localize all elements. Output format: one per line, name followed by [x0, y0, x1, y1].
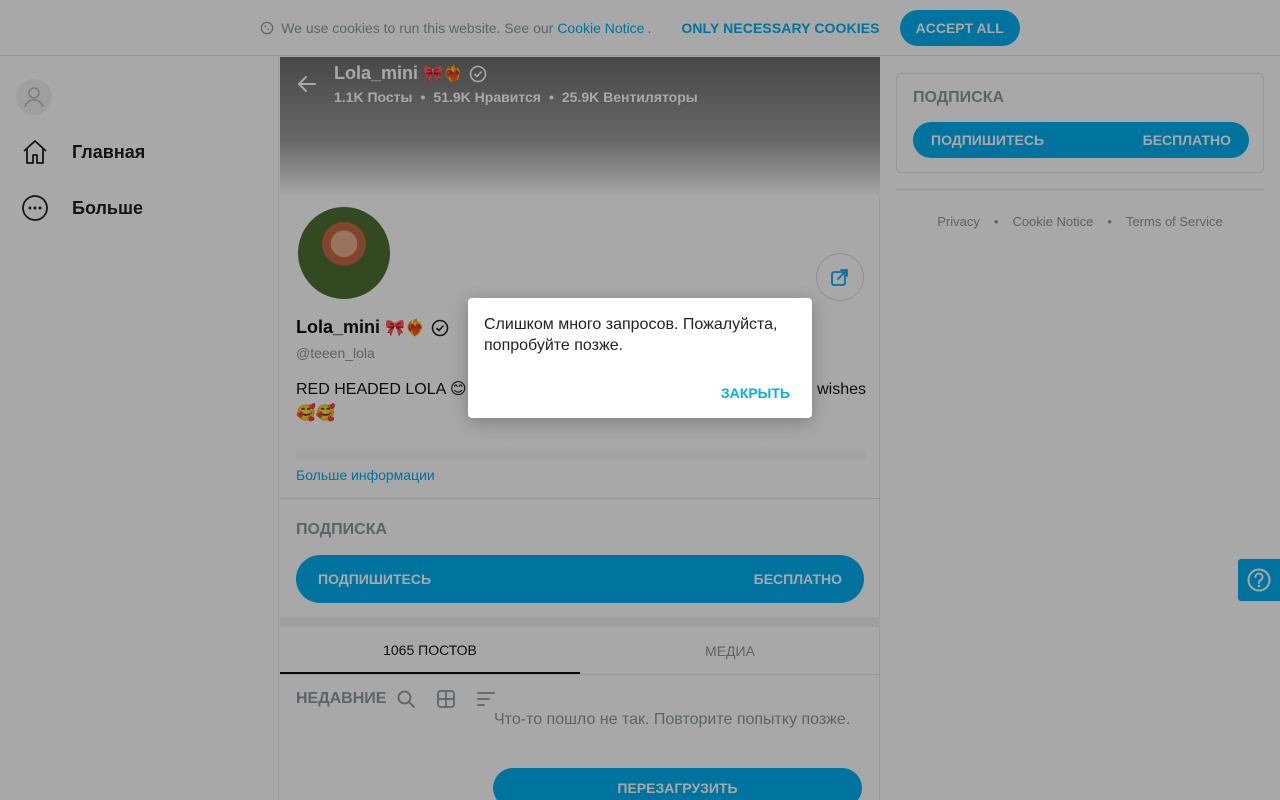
dialog-message: Слишком много запросов. Пожалуйста, попр…: [484, 316, 778, 354]
close-button[interactable]: ЗАКРЫТЬ: [721, 385, 790, 401]
error-dialog: Слишком много запросов. Пожалуйста, попр…: [468, 298, 812, 418]
